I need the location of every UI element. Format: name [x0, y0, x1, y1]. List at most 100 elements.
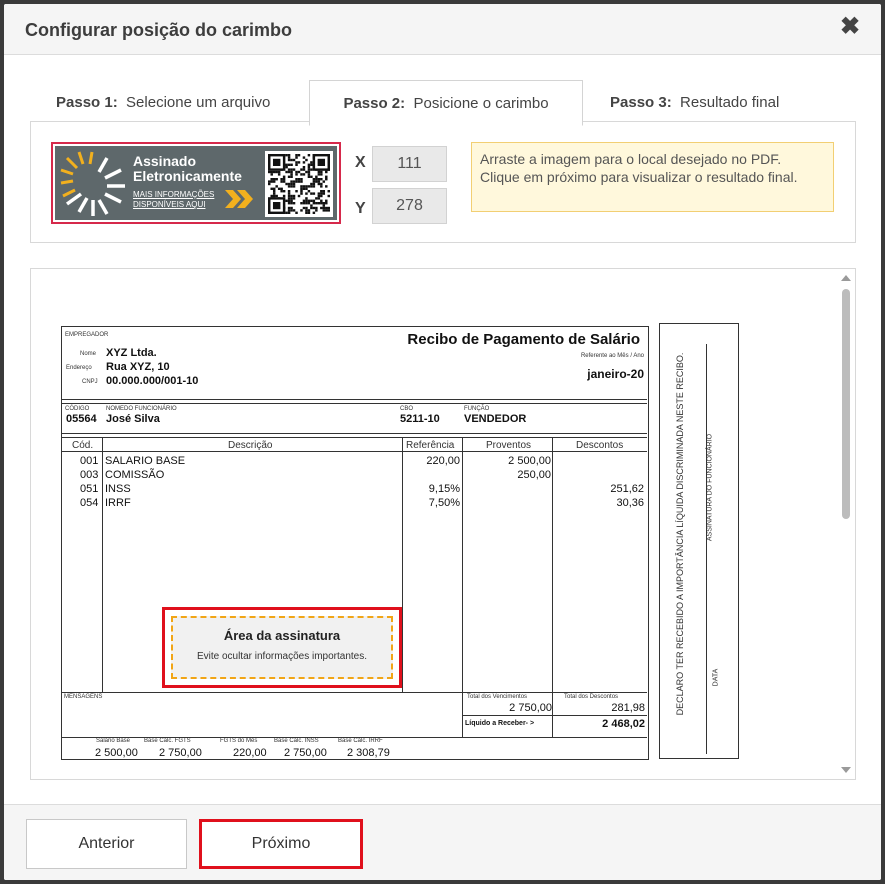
- tab-step-3-number: Passo 3:: [610, 94, 672, 111]
- row-desc: IRRF: [105, 497, 131, 509]
- hint-line1: Arraste a imagem para o local desejado n…: [480, 151, 782, 167]
- x-label: X: [355, 154, 366, 171]
- cnpj-label: CNPJ: [82, 379, 98, 385]
- row-disc: 30,36: [616, 497, 644, 509]
- bottom-value-5: 2 308,79: [347, 747, 390, 759]
- tab-step-1-number: Passo 1:: [56, 94, 118, 111]
- cbo-value: 5211-10: [400, 413, 440, 425]
- total-venc: 2 750,00: [509, 702, 552, 714]
- func-value: VENDEDOR: [464, 413, 527, 425]
- receipt-title: Recibo de Pagamento de Salário: [407, 331, 640, 348]
- row-code: 054: [80, 497, 99, 509]
- side-declaration: DECLARO TER RECEBIDO A IMPORTÂNCIA LÍQUI…: [675, 352, 685, 716]
- previous-button[interactable]: Anterior: [26, 819, 187, 869]
- tab-step-2-number: Passo 2:: [343, 95, 406, 112]
- row-ref: 9,15%: [428, 483, 460, 495]
- col-desc: Descrição: [228, 440, 273, 451]
- employer-name: XYZ Ltda.: [106, 347, 157, 359]
- signature-area[interactable]: Área da assinatura Evite ocultar informa…: [162, 607, 402, 688]
- col-disc: Descontos: [576, 440, 624, 451]
- tab-step-2[interactable]: Passo 2: Posicione o carimbo: [309, 80, 583, 126]
- y-label: Y: [355, 200, 366, 217]
- col-ref: Referência: [406, 440, 455, 451]
- employee-code: 05564: [66, 413, 97, 425]
- stamp-preview[interactable]: Assinado Eletronicamente MAIS INFORMAÇÕE…: [51, 142, 341, 224]
- col-prov: Proventos: [486, 440, 532, 451]
- tab-step-3-label: Resultado final: [680, 94, 780, 111]
- stamp-title-line1: Assinado: [133, 153, 197, 169]
- table-row: 054 IRRF 7,50% 30,36: [62, 497, 647, 511]
- stamp-position-modal: Configurar posição do carimbo ✖ Passo 1:…: [4, 4, 881, 880]
- step-tabs: Passo 1: Selecione um arquivo Passo 2: P…: [30, 80, 856, 126]
- qr-code-icon: [265, 151, 333, 217]
- bottom-value-3: 220,00: [233, 747, 267, 759]
- signature-area-inner: Área da assinatura Evite ocultar informa…: [171, 616, 393, 679]
- row-desc: SALARIO BASE: [105, 455, 186, 467]
- instruction-hint: Arraste a imagem para o local desejado n…: [471, 142, 834, 212]
- modal-title: Configurar posição do carimbo: [25, 20, 293, 40]
- row-code: 003: [80, 469, 99, 481]
- stamp-link-line2: DISPONÍVEIS AQUI: [133, 200, 206, 209]
- row-code: 051: [80, 483, 99, 495]
- row-desc: COMISSÃO: [105, 469, 165, 481]
- next-button[interactable]: Próximo: [199, 819, 363, 869]
- y-input[interactable]: 278: [372, 188, 447, 224]
- table-row: 001 SALARIO BASE 220,00 2 500,00: [62, 455, 647, 469]
- row-disc: 251,62: [610, 483, 644, 495]
- x-input[interactable]: 111: [372, 146, 447, 182]
- name-label: Nome: [80, 351, 97, 357]
- total-desc-label: Total dos Descontos: [564, 694, 619, 700]
- employer-cnpj: 00.000.000/001-10: [106, 375, 199, 387]
- modal-header: Configurar posição do carimbo ✖: [4, 4, 881, 55]
- stamp-title-line2: Eletronicamente: [133, 168, 242, 184]
- close-icon[interactable]: ✖: [837, 14, 863, 40]
- receipt-side-strip: DECLARO TER RECEBIDO A IMPORTÂNCIA LÍQUI…: [659, 323, 739, 759]
- scroll-thumb[interactable]: [842, 289, 850, 519]
- address-label: Endereço: [66, 365, 92, 371]
- row-desc: INSS: [105, 483, 131, 495]
- pdf-receipt: EMPREGADOR Nome XYZ Ltda. Endereço Rua X…: [61, 326, 649, 760]
- tab-step-3[interactable]: Passo 3: Resultado final: [610, 80, 779, 126]
- bottom-label-5: Base Cálc. IRRF: [338, 738, 383, 744]
- employee-label: NOMEDO FUNCIONÁRIO: [106, 406, 177, 412]
- employer-label: EMPREGADOR: [65, 332, 109, 338]
- stamp-body: Assinado Eletronicamente MAIS INFORMAÇÕE…: [55, 146, 337, 220]
- signature-area-subtitle: Evite ocultar informações importantes.: [196, 651, 368, 662]
- double-chevron-icon: [225, 190, 253, 208]
- tab-step-1[interactable]: Passo 1: Selecione um arquivo: [56, 80, 270, 126]
- side-signature: ASSINATURA DO FUNCIONÁRIO: [706, 433, 714, 542]
- stamp-link-line1: MAIS INFORMAÇÕES: [133, 190, 215, 199]
- bottom-label-2: Base Cálc. FGTS: [144, 738, 191, 744]
- modal-footer: Anterior Próximo: [4, 804, 881, 880]
- scroll-down-icon[interactable]: [841, 767, 851, 773]
- messages-label: MENSAGENS: [64, 694, 103, 700]
- bottom-label-3: FGTS do Mês: [220, 738, 258, 744]
- viewer-scrollbar[interactable]: [837, 269, 855, 779]
- starburst-logo-icon: [60, 151, 125, 216]
- ref-label: Referente ao Mês / Ano: [580, 353, 644, 359]
- cbo-label: CBO: [400, 406, 414, 412]
- side-date: DATA: [712, 668, 720, 687]
- ref-value: janeiro-20: [587, 367, 644, 381]
- stamp-info-link: MAIS INFORMAÇÕES DISPONÍVEIS AQUI: [133, 190, 233, 210]
- scroll-up-icon[interactable]: [841, 275, 851, 281]
- total-venc-label: Total dos Vencimentos: [467, 694, 528, 700]
- func-label: FUNÇÃO: [464, 406, 490, 412]
- employer-address: Rua XYZ, 10: [106, 361, 170, 373]
- col-code: Cód.: [72, 440, 94, 451]
- stamp-settings-panel: Assinado Eletronicamente MAIS INFORMAÇÕE…: [30, 121, 856, 243]
- code-label: CÓDIGO: [65, 406, 90, 412]
- tab-step-1-label: Selecione um arquivo: [126, 94, 271, 111]
- liquido-label: Líquido a Receber- >: [465, 720, 535, 727]
- bottom-value-1: 2 500,00: [95, 747, 138, 759]
- bottom-label-1: Salário Base: [96, 738, 131, 744]
- bottom-value-4: 2 750,00: [284, 747, 327, 759]
- liquido-value: 2 468,02: [602, 718, 645, 730]
- row-prov: 2 500,00: [508, 455, 551, 467]
- bottom-value-2: 2 750,00: [159, 747, 202, 759]
- tab-step-2-label: Posicione o carimbo: [413, 95, 549, 112]
- stamp-title: Assinado Eletronicamente: [133, 154, 273, 184]
- bottom-label-4: Base Cálc. INSS: [274, 738, 319, 744]
- pdf-viewer[interactable]: EMPREGADOR Nome XYZ Ltda. Endereço Rua X…: [30, 268, 856, 780]
- employee-name: José Silva: [106, 413, 160, 425]
